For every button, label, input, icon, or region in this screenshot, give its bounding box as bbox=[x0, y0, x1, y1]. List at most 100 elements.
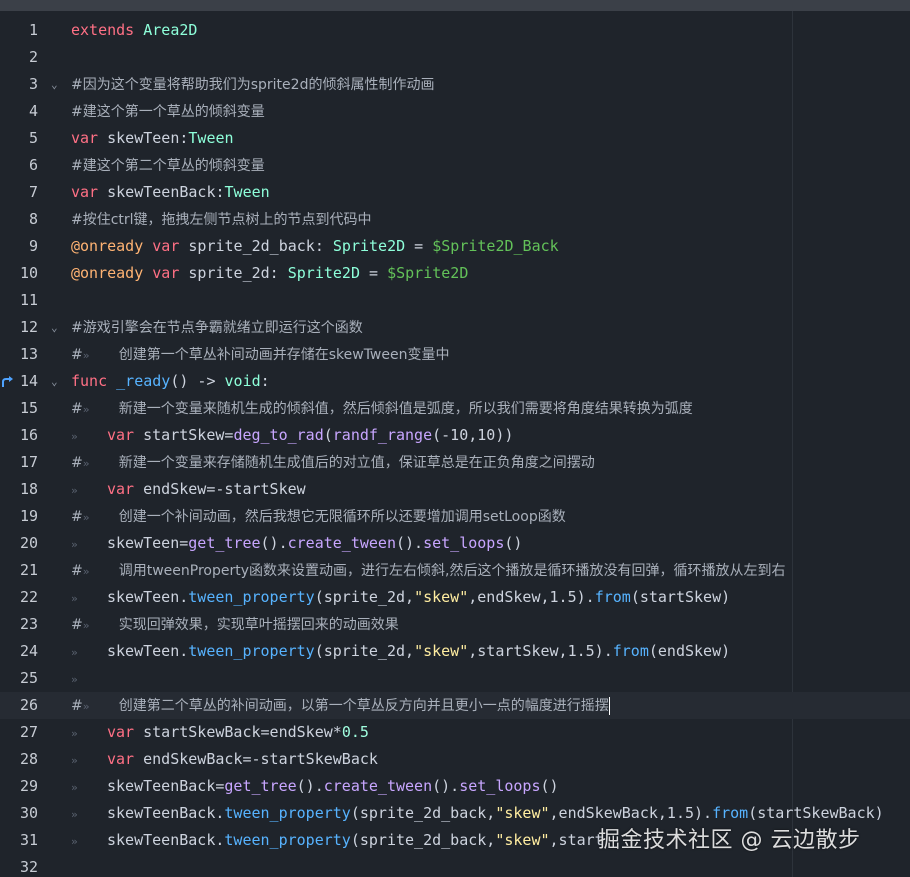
code-line[interactable]: 21 #» 调用tweenProperty函数来设置动画，进行左右倾斜,然后这个播放… bbox=[0, 557, 910, 584]
line-number[interactable]: 27 bbox=[0, 719, 38, 746]
code-text[interactable]: » var startSkewBack=endSkew*0.5 bbox=[71, 719, 369, 747]
code-text[interactable]: » skewTeen.tween_property(sprite_2d,"skew… bbox=[71, 638, 730, 666]
line-number[interactable]: 1 bbox=[0, 17, 38, 44]
line-number[interactable]: 18 bbox=[0, 476, 38, 503]
code-line[interactable]: 3 ⌄ #因为这个变量将帮助我们为sprite2d的倾斜属性制作动画 bbox=[0, 71, 910, 98]
code-text[interactable]: var skewTeenBack:Tween bbox=[71, 179, 270, 206]
line-number[interactable]: 19 bbox=[0, 503, 38, 530]
code-line[interactable]: 32 bbox=[0, 854, 910, 877]
line-number[interactable]: 22 bbox=[0, 584, 38, 611]
code-line[interactable]: 10 @onready var sprite_2d: Sprite2D = $Sp… bbox=[0, 260, 910, 287]
code-text[interactable]: #» 实现回弹效果，实现草叶摇摆回来的动画效果 bbox=[71, 611, 399, 639]
code-text[interactable]: » skewTeenBack.tween_property(sprite_2d_b… bbox=[71, 827, 604, 855]
code-line[interactable]: 29 » skewTeenBack=get_tree().create_tween(… bbox=[0, 773, 910, 800]
code-line[interactable]: 13 #» 创建第一个草丛补间动画并存储在skewTween变量中 bbox=[0, 341, 910, 368]
line-number[interactable]: 10 bbox=[0, 260, 38, 287]
code-line[interactable]: 20 » skewTeen=get_tree().create_tween().se… bbox=[0, 530, 910, 557]
code-text[interactable]: » var endSkew=-startSkew bbox=[71, 476, 306, 504]
code-text[interactable]: » bbox=[71, 665, 107, 693]
line-number[interactable]: 16 bbox=[0, 422, 38, 449]
line-number[interactable]: 15 bbox=[0, 395, 38, 422]
indent-marker: » bbox=[82, 349, 90, 362]
code-line[interactable]: 28 » var endSkewBack=-startSkewBack bbox=[0, 746, 910, 773]
line-number[interactable]: 7 bbox=[0, 179, 38, 206]
code-text[interactable]: var skewTeen:Tween bbox=[71, 125, 234, 152]
code-text[interactable]: » var startSkew=deg_to_rad(randf_range(-1… bbox=[71, 422, 513, 450]
signal-connection-icon[interactable] bbox=[1, 375, 14, 388]
line-number[interactable]: 28 bbox=[0, 746, 38, 773]
line-number[interactable]: 3 bbox=[0, 71, 38, 98]
code-line[interactable]: 25 » bbox=[0, 665, 910, 692]
line-number[interactable]: 26 bbox=[0, 692, 38, 719]
code-text[interactable]: #» 新建一个变量来存储随机生成值后的对立值，保证草总是在正负角度之间摆动 bbox=[71, 449, 595, 477]
line-number[interactable]: 9 bbox=[0, 233, 38, 260]
code-text[interactable]: #建这个第二个草丛的倾斜变量 bbox=[71, 152, 265, 180]
code-line[interactable]: 16 » var startSkew=deg_to_rad(randf_range(… bbox=[0, 422, 910, 449]
code-line[interactable]: 6 #建这个第二个草丛的倾斜变量 bbox=[0, 152, 910, 179]
code-text[interactable]: func _ready() -> void: bbox=[71, 368, 270, 395]
line-number[interactable]: 23 bbox=[0, 611, 38, 638]
line-number[interactable]: 25 bbox=[0, 665, 38, 692]
code-token: (-10,10)) bbox=[432, 426, 514, 444]
fold-chevron-icon[interactable]: ⌄ bbox=[51, 368, 58, 395]
code-lines[interactable]: 1 extends Area2D 2 3 ⌄ #因为这个变量将帮助我们为sprite2d的… bbox=[0, 17, 910, 877]
code-line[interactable]: 9 @onready var sprite_2d_back: Sprite2D =… bbox=[0, 233, 910, 260]
code-line[interactable]: 24 » skewTeen.tween_property(sprite_2d,"sk… bbox=[0, 638, 910, 665]
code-line[interactable]: 1 extends Area2D bbox=[0, 17, 910, 44]
code-token: var bbox=[107, 426, 144, 444]
code-text[interactable]: #» 创建第一个草丛补间动画并存储在skewTween变量中 bbox=[71, 341, 449, 369]
code-text[interactable]: #因为这个变量将帮助我们为sprite2d的倾斜属性制作动画 bbox=[71, 71, 434, 99]
line-number[interactable]: 32 bbox=[0, 854, 38, 877]
fold-chevron-icon[interactable]: ⌄ bbox=[51, 314, 58, 341]
line-number[interactable]: 30 bbox=[0, 800, 38, 827]
code-line[interactable]: 12 ⌄ #游戏引擎会在节点争霸就绪立即运行这个函数 bbox=[0, 314, 910, 341]
code-text[interactable]: #游戏引擎会在节点争霸就绪立即运行这个函数 bbox=[71, 314, 363, 342]
code-line[interactable]: 18 » var endSkew=-startSkew bbox=[0, 476, 910, 503]
line-number[interactable]: 24 bbox=[0, 638, 38, 665]
code-text[interactable]: #» 新建一个变量来随机生成的倾斜值，然后倾斜值是弧度，所以我们需要将角度结果转换… bbox=[71, 395, 693, 423]
code-text[interactable]: @onready var sprite_2d_back: Sprite2D = … bbox=[71, 233, 559, 260]
line-number[interactable]: 13 bbox=[0, 341, 38, 368]
code-line[interactable]: 15 #» 新建一个变量来随机生成的倾斜值，然后倾斜值是弧度，所以我们需要将角度结果… bbox=[0, 395, 910, 422]
code-line[interactable]: 27 » var startSkewBack=endSkew*0.5 bbox=[0, 719, 910, 746]
code-text[interactable]: extends Area2D bbox=[71, 17, 197, 44]
line-number[interactable]: 5 bbox=[0, 125, 38, 152]
code-line[interactable]: 22 » skewTeen.tween_property(sprite_2d,"sk… bbox=[0, 584, 910, 611]
code-text[interactable]: » var endSkewBack=-startSkewBack bbox=[71, 746, 378, 774]
code-editor[interactable]: 1 extends Area2D 2 3 ⌄ #因为这个变量将帮助我们为sprite2d的… bbox=[0, 0, 910, 877]
code-line[interactable]: 2 bbox=[0, 44, 910, 71]
code-line[interactable]: 26 #» 创建第二个草丛的补间动画，以第一个草丛反方向并且更小一点的幅度进行摇摆 bbox=[0, 692, 910, 719]
code-line[interactable]: 14 ⌄ func _ready() -> void: bbox=[0, 368, 910, 395]
line-number[interactable]: 4 bbox=[0, 98, 38, 125]
line-number[interactable]: 11 bbox=[0, 287, 38, 314]
code-text[interactable]: » skewTeen=get_tree().create_tween().set_… bbox=[71, 530, 522, 558]
code-line[interactable]: 19 #» 创建一个补间动画，然后我想它无限循环所以还要增加调用setLoop函数 bbox=[0, 503, 910, 530]
code-line[interactable]: 4 #建这个第一个草丛的倾斜变量 bbox=[0, 98, 910, 125]
code-line[interactable]: 23 #» 实现回弹效果，实现草叶摇摆回来的动画效果 bbox=[0, 611, 910, 638]
fold-chevron-icon[interactable]: ⌄ bbox=[51, 71, 58, 98]
code-line[interactable]: 17 #» 新建一个变量来存储随机生成值后的对立值，保证草总是在正负角度之间摆动 bbox=[0, 449, 910, 476]
line-number[interactable]: 17 bbox=[0, 449, 38, 476]
code-text[interactable]: #建这个第一个草丛的倾斜变量 bbox=[71, 98, 265, 126]
code-text[interactable]: #按住ctrl键，拖拽左侧节点树上的节点到代码中 bbox=[71, 206, 372, 234]
line-number[interactable]: 8 bbox=[0, 206, 38, 233]
code-text[interactable]: » skewTeenBack=get_tree().create_tween().… bbox=[71, 773, 559, 801]
code-token: Tween bbox=[224, 183, 270, 201]
code-line[interactable]: 11 bbox=[0, 287, 910, 314]
line-number[interactable]: 29 bbox=[0, 773, 38, 800]
code-line[interactable]: 7 var skewTeenBack:Tween bbox=[0, 179, 910, 206]
line-number[interactable]: 20 bbox=[0, 530, 38, 557]
code-text[interactable]: #» 创建第二个草丛的补间动画，以第一个草丛反方向并且更小一点的幅度进行摇摆 bbox=[71, 692, 610, 720]
line-number[interactable]: 2 bbox=[0, 44, 38, 71]
code-line[interactable]: 8 #按住ctrl键，拖拽左侧节点树上的节点到代码中 bbox=[0, 206, 910, 233]
line-number[interactable]: 6 bbox=[0, 152, 38, 179]
code-text[interactable]: @onready var sprite_2d: Sprite2D = $Spri… bbox=[71, 260, 468, 287]
line-number[interactable]: 12 bbox=[0, 314, 38, 341]
code-token: () bbox=[504, 534, 523, 552]
code-text[interactable]: #» 调用tweenProperty函数来设置动画，进行左右倾斜,然后这个播放是循… bbox=[71, 557, 785, 585]
code-text[interactable]: » skewTeen.tween_property(sprite_2d,"skew… bbox=[71, 584, 730, 612]
line-number[interactable]: 21 bbox=[0, 557, 38, 584]
code-text[interactable]: #» 创建一个补间动画，然后我想它无限循环所以还要增加调用setLoop函数 bbox=[71, 503, 566, 531]
code-line[interactable]: 5 var skewTeen:Tween bbox=[0, 125, 910, 152]
line-number[interactable]: 31 bbox=[0, 827, 38, 854]
